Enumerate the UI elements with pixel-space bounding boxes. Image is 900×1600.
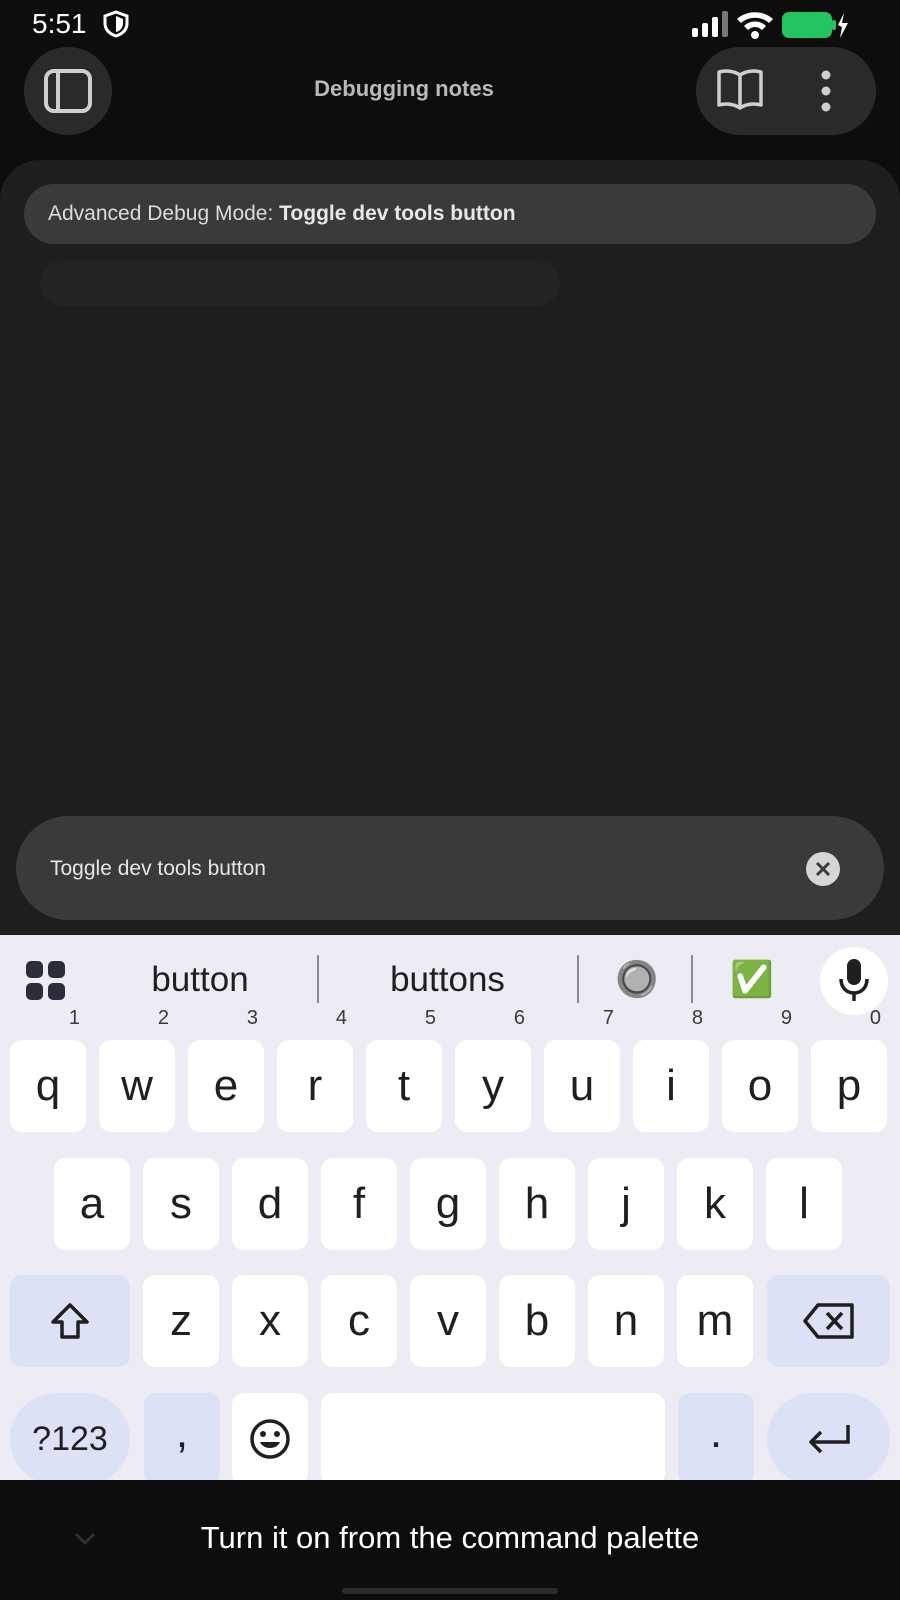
command-search-bar[interactable] (16, 816, 884, 920)
suggestion-emoji[interactable]: 🔘 (597, 955, 677, 1005)
command-palette-panel: Advanced Debug Mode: Toggle dev tools bu… (0, 160, 900, 935)
key-d[interactable]: d (232, 1158, 308, 1250)
period-key[interactable]: . (678, 1393, 754, 1485)
key-label: t (397, 1061, 411, 1110)
key-e[interactable]: e3 (188, 1008, 264, 1132)
key-n[interactable]: n (588, 1275, 664, 1367)
result-highlight: Toggle dev tools button (279, 202, 516, 225)
key-v[interactable]: v (410, 1275, 486, 1367)
enter-icon (808, 1425, 850, 1454)
status-bar: 5:51 (0, 0, 900, 48)
shift-icon (51, 1303, 89, 1339)
apps-grid-icon[interactable] (26, 961, 66, 1001)
key-f[interactable]: f (321, 1158, 397, 1250)
page-title: Debugging notes (314, 76, 494, 101)
suggestion-divider (691, 955, 693, 1003)
key-number-hint: 1 (68, 1007, 80, 1029)
enter-key[interactable] (767, 1393, 890, 1485)
key-b[interactable]: b (499, 1275, 575, 1367)
key-label: u (569, 1061, 595, 1110)
key-x[interactable]: x (232, 1275, 308, 1367)
key-z[interactable]: z (143, 1275, 219, 1367)
reading-mode-icon[interactable] (716, 67, 764, 113)
voice-input-button[interactable] (820, 947, 888, 1015)
space-key[interactable] (321, 1393, 665, 1485)
signal-icon (692, 11, 728, 37)
symbols-key[interactable]: ?123 (10, 1393, 130, 1485)
suggestion-emoji[interactable]: ✅ (712, 955, 792, 1005)
suggestion-item[interactable]: button (110, 955, 290, 1005)
key-g[interactable]: g (410, 1158, 486, 1250)
key-number-hint: 6 (513, 1007, 525, 1029)
key-w[interactable]: w2 (99, 1008, 175, 1132)
comma-key[interactable]: , (144, 1393, 220, 1485)
key-number-hint: 4 (335, 1007, 347, 1029)
key-c[interactable]: c (321, 1275, 397, 1367)
key-q[interactable]: q1 (10, 1008, 86, 1132)
suggestion-divider (577, 955, 579, 1003)
result-prefix: Advanced Debug Mode: (48, 202, 280, 225)
sidebar-toggle-button[interactable] (24, 47, 112, 135)
backspace-key[interactable] (767, 1275, 890, 1367)
key-k[interactable]: k (677, 1158, 753, 1250)
key-label: p (836, 1061, 862, 1110)
command-result-item[interactable]: Advanced Debug Mode: Toggle dev tools bu… (24, 184, 876, 244)
faded-result-item (40, 260, 560, 306)
key-number-hint: 8 (691, 1007, 703, 1029)
bottom-caption-bar: Turn it on from the command palette (0, 1480, 900, 1600)
key-h[interactable]: h (499, 1158, 575, 1250)
key-number-hint: 2 (157, 1007, 169, 1029)
more-vertical-icon[interactable] (820, 69, 832, 113)
on-screen-keyboard: button buttons 🔘 ✅ q1w2e3r4t5y6u7i8o9p0 … (0, 935, 900, 1485)
key-o[interactable]: o9 (722, 1008, 798, 1132)
key-label: o (747, 1061, 773, 1110)
command-search-input[interactable] (48, 846, 772, 892)
key-number-hint: 9 (780, 1007, 792, 1029)
emoji-key[interactable] (232, 1393, 308, 1485)
key-label: e (213, 1061, 239, 1110)
key-label: y (482, 1061, 504, 1110)
suggestion-strip: button buttons 🔘 ✅ (0, 935, 900, 1025)
caption-text: Turn it on from the command palette (200, 1520, 700, 1555)
key-number-hint: 7 (602, 1007, 614, 1029)
microphone-icon (839, 959, 869, 1001)
suggestion-item[interactable]: buttons (340, 955, 555, 1005)
key-number-hint: 0 (869, 1007, 881, 1029)
key-j[interactable]: j (588, 1158, 664, 1250)
status-time: 5:51 (32, 8, 87, 39)
shift-key[interactable] (10, 1275, 130, 1367)
key-i[interactable]: i8 (633, 1008, 709, 1132)
battery-charging-icon (782, 12, 848, 38)
key-y[interactable]: y6 (455, 1008, 531, 1132)
suggestion-divider (317, 955, 319, 1003)
key-number-hint: 3 (246, 1007, 258, 1029)
key-s[interactable]: s (143, 1158, 219, 1250)
key-r[interactable]: r4 (277, 1008, 353, 1132)
sidebar-icon (44, 69, 92, 113)
key-t[interactable]: t5 (366, 1008, 442, 1132)
wifi-icon (737, 12, 773, 39)
key-label: i (666, 1061, 676, 1110)
key-number-hint: 5 (424, 1007, 436, 1029)
key-label: r (307, 1061, 323, 1110)
emoji-icon (250, 1419, 290, 1459)
key-m[interactable]: m (677, 1275, 753, 1367)
key-label: q (35, 1061, 61, 1110)
key-a[interactable]: a (54, 1158, 130, 1250)
key-l[interactable]: l (766, 1158, 842, 1250)
home-indicator[interactable] (342, 1588, 558, 1594)
shield-icon (103, 10, 129, 38)
key-label: w (121, 1061, 153, 1110)
clear-search-icon[interactable] (806, 852, 840, 886)
key-u[interactable]: u7 (544, 1008, 620, 1132)
backspace-icon (802, 1303, 854, 1339)
header-actions (696, 47, 876, 135)
key-p[interactable]: p0 (811, 1008, 887, 1132)
